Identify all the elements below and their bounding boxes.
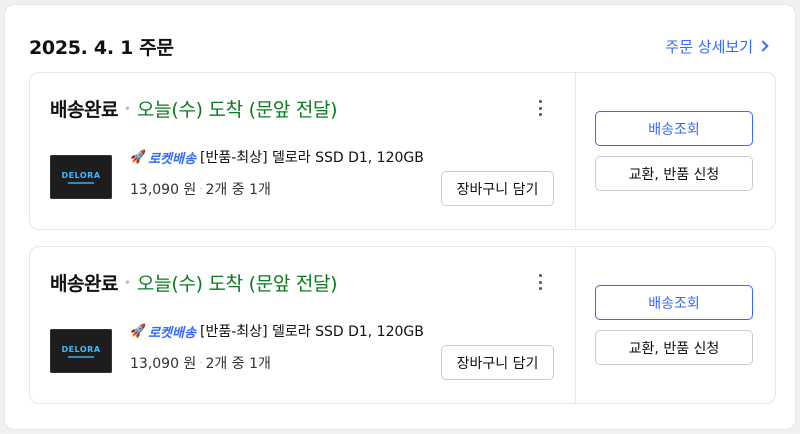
arrival-info: 오늘(수) 도착 (문앞 전달) — [137, 99, 338, 121]
product-name: [반품-최상] 델로라 SSD D1, 120GB — [200, 324, 424, 340]
separator-dot: • — [123, 276, 131, 290]
track-delivery-button[interactable]: 배송조회 — [595, 285, 753, 320]
delivery-status: 배송완료 • 오늘(수) 도착 (문앞 전달) — [50, 269, 338, 296]
shipment-actions: 배송조회 교환, 반품 신청 — [576, 73, 775, 229]
more-vertical-icon[interactable] — [532, 97, 548, 119]
shipment-actions: 배송조회 교환, 반품 신청 — [576, 247, 775, 403]
chevron-right-icon — [757, 40, 769, 52]
thumbnail-brand: DELORA — [61, 344, 101, 354]
exchange-return-button[interactable]: 교환, 반품 신청 — [595, 330, 753, 365]
product-thumbnail[interactable]: DELORA — [50, 329, 112, 373]
price-quantity: 13,090 원 · 2개 중 1개 — [130, 179, 271, 199]
shipment-info: 배송완료 • 오늘(수) 도착 (문앞 전달) DELORA 🚀 로켓배송 [반… — [30, 247, 576, 403]
order-card: 2025. 4. 1 주문 주문 상세보기 배송완료 • 오늘(수) 도착 (문… — [4, 4, 796, 430]
shipment-info: 배송완료 • 오늘(수) 도착 (문앞 전달) DELORA 🚀 로켓배송 [반… — [30, 73, 576, 229]
product-name: [반품-최상] 델로라 SSD D1, 120GB — [200, 150, 424, 166]
product-title[interactable]: 🚀 로켓배송 [반품-최상] 델로라 SSD D1, 120GB — [130, 321, 424, 341]
arrival-info: 오늘(수) 도착 (문앞 전달) — [137, 273, 338, 295]
more-vertical-icon[interactable] — [532, 271, 548, 293]
rocket-icon: 🚀 — [130, 323, 147, 339]
rocket-delivery-label: 로켓배송 — [148, 151, 197, 167]
shipment-card: 배송완료 • 오늘(수) 도착 (문앞 전달) DELORA 🚀 로켓배송 [반… — [29, 72, 776, 230]
product-title[interactable]: 🚀 로켓배송 [반품-최상] 델로라 SSD D1, 120GB — [130, 147, 424, 167]
price: 13,090 원 — [130, 182, 197, 198]
add-to-cart-button[interactable]: 장바구니 담기 — [441, 345, 554, 380]
exchange-return-button[interactable]: 교환, 반품 신청 — [595, 156, 753, 191]
add-to-cart-button[interactable]: 장바구니 담기 — [441, 171, 554, 206]
order-header: 2025. 4. 1 주문 주문 상세보기 — [29, 31, 769, 61]
rocket-icon: 🚀 — [130, 149, 147, 165]
shipment-card: 배송완료 • 오늘(수) 도착 (문앞 전달) DELORA 🚀 로켓배송 [반… — [29, 246, 776, 404]
rocket-delivery-label: 로켓배송 — [148, 325, 197, 341]
price-quantity: 13,090 원 · 2개 중 1개 — [130, 353, 271, 373]
order-detail-link[interactable]: 주문 상세보기 — [665, 36, 769, 57]
delivery-status: 배송완료 • 오늘(수) 도착 (문앞 전달) — [50, 95, 338, 122]
order-date: 2025. 4. 1 주문 — [29, 36, 174, 59]
track-delivery-button[interactable]: 배송조회 — [595, 111, 753, 146]
quantity: 2개 중 1개 — [205, 356, 271, 372]
order-detail-label: 주문 상세보기 — [665, 37, 753, 56]
price: 13,090 원 — [130, 356, 197, 372]
separator-dot: • — [123, 102, 131, 116]
status-label: 배송완료 — [50, 273, 118, 295]
status-label: 배송완료 — [50, 99, 118, 121]
thumbnail-brand: DELORA — [61, 170, 101, 180]
product-thumbnail[interactable]: DELORA — [50, 155, 112, 199]
quantity: 2개 중 1개 — [205, 182, 271, 198]
